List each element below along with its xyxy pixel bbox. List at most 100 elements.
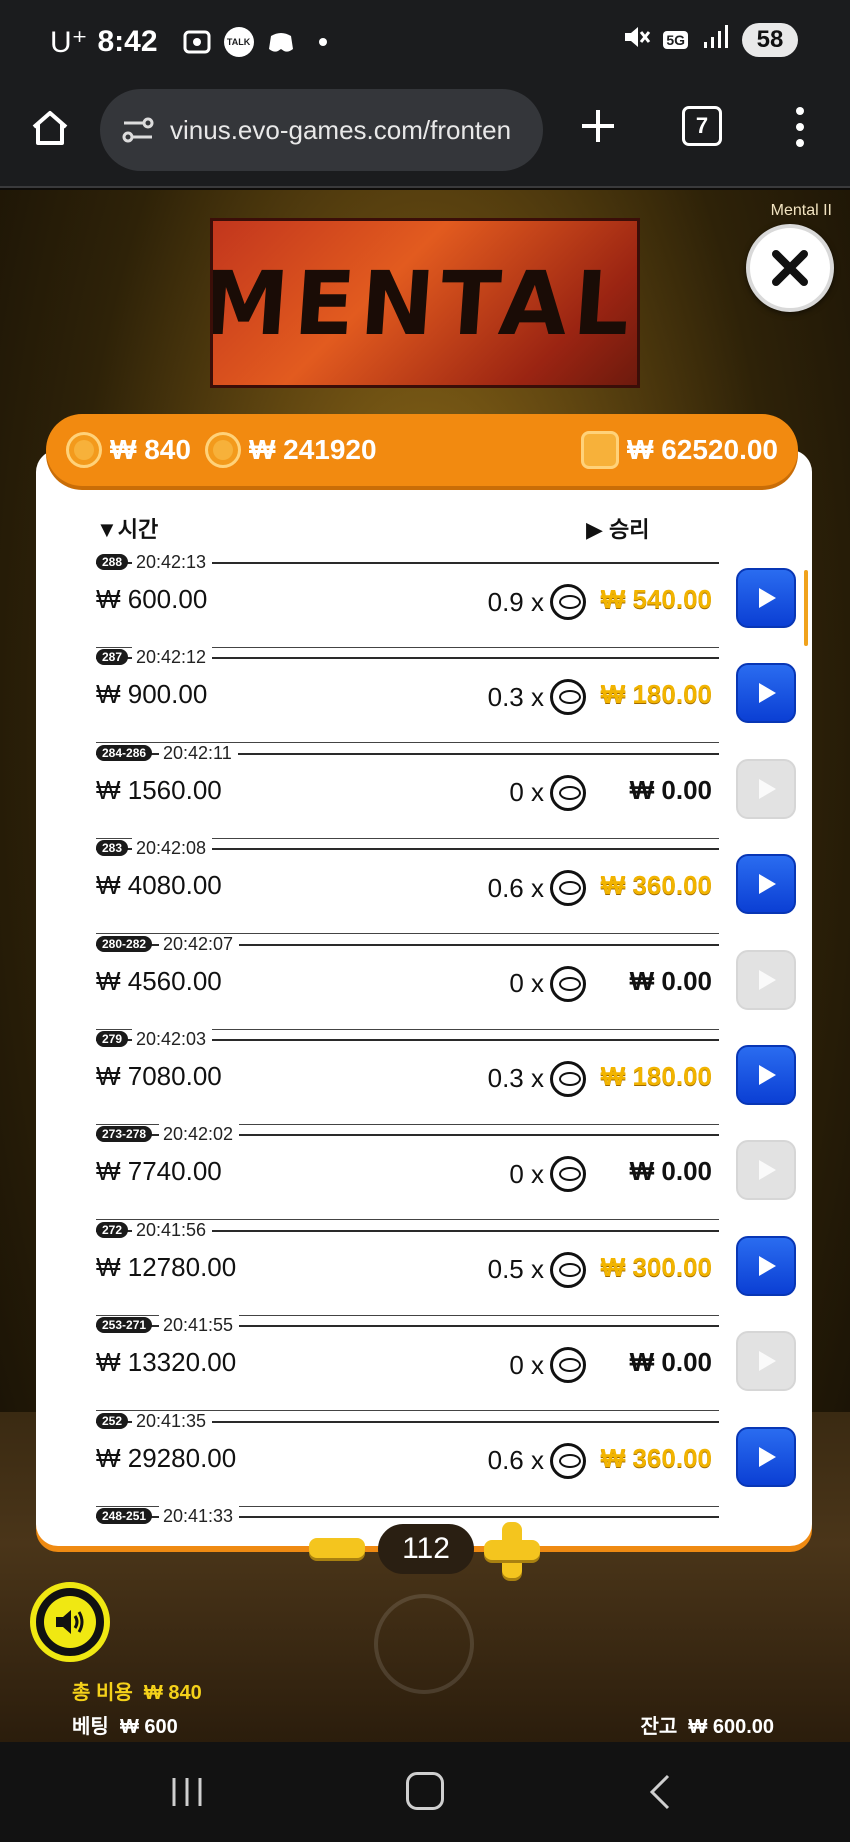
- back-icon[interactable]: [644, 1772, 674, 1812]
- history-row: 252 20:41:35 ₩ 29280.00 0.6 x ₩ 360.00: [96, 1410, 796, 1508]
- bet-amount: ₩ 4080.00: [96, 870, 222, 901]
- signal-icon: [700, 22, 730, 57]
- browser-toolbar: vinus.evo-games.com/fronten 7: [0, 84, 850, 188]
- multiplier-value: 0.3 x: [487, 1063, 544, 1094]
- bet-label: 베팅: [72, 1716, 109, 1738]
- dot-icon: [308, 27, 338, 57]
- round-time: 20:41:33: [159, 1505, 240, 1527]
- round-time: 20:41:35: [132, 1410, 213, 1432]
- history-list[interactable]: 288 20:42:13 ₩ 600.00 0.9 x ₩ 540.00 287 20:42…: [96, 552, 796, 1546]
- win-amount: ₩ 0.00: [629, 1156, 712, 1187]
- sound-button[interactable]: [30, 1582, 110, 1662]
- play-icon: [759, 969, 776, 990]
- spin-button[interactable]: [374, 1594, 474, 1694]
- win-amount: ₩ 0.00: [629, 1347, 712, 1378]
- replay-button[interactable]: [736, 1044, 796, 1105]
- replay-button[interactable]: [736, 1235, 796, 1296]
- history-row: 283 20:42:08 ₩ 4080.00 0.6 x ₩ 360.00: [96, 838, 796, 935]
- history-header: ▼시간 ▶ 승리: [96, 512, 716, 552]
- replay-button: [736, 1331, 796, 1392]
- round-time: 20:42:02: [159, 1124, 240, 1146]
- tab-switcher-button[interactable]: 7: [682, 106, 722, 146]
- wallet-group: ₩ 62520.00: [581, 431, 778, 469]
- decrease-button[interactable]: [309, 1538, 365, 1558]
- game-area: Mental II MENTAL ₩ 840 ₩ 241920 ₩ 62520.…: [0, 190, 850, 1742]
- address-bar[interactable]: vinus.evo-games.com/fronten: [100, 89, 543, 171]
- bet-stepper: 112: [304, 1520, 544, 1578]
- coin-outline-icon: [550, 1442, 586, 1479]
- round-id-badge: 288: [96, 554, 129, 570]
- coin-outline-icon: [550, 584, 586, 620]
- more-menu-icon[interactable]: [790, 102, 810, 152]
- site-settings-icon[interactable]: [120, 112, 156, 148]
- talk-icon: TALK: [223, 27, 254, 57]
- history-row: 279 20:42:03 ₩ 7080.00 0.3 x ₩ 180.00: [96, 1028, 796, 1126]
- home-nav-icon[interactable]: [406, 1772, 444, 1810]
- win-amount: ₩ 180.00: [600, 1060, 712, 1091]
- multiplier: 0.3 x: [488, 679, 586, 716]
- recent-apps-icon[interactable]: [168, 1774, 206, 1810]
- speaker-icon: [44, 1596, 96, 1648]
- history-row: 288 20:42:13 ₩ 600.00 0.9 x ₩ 540.00: [96, 552, 796, 649]
- replay-button[interactable]: [736, 1426, 796, 1487]
- win-amount: ₩ 300.00: [600, 1251, 712, 1282]
- system-nav-bar: [0, 1742, 850, 1842]
- balance-amount: 잔고 ₩ 600.00: [640, 1710, 774, 1739]
- win-amount: ₩ 360.00: [600, 1442, 712, 1473]
- win-amount: ₩ 180.00: [600, 679, 712, 710]
- multiplier: 0.5 x: [487, 1251, 586, 1288]
- bet-amount: ₩ 12780.00: [96, 1251, 237, 1282]
- bet-amount: ₩ 4560.00: [96, 965, 222, 996]
- history-row: 273-278 20:42:02 ₩ 7740.00 0 x ₩ 0.00: [96, 1124, 796, 1221]
- round-id-badge: 279: [96, 1030, 129, 1047]
- replay-button: [736, 758, 796, 819]
- coin-outline-icon: [550, 965, 586, 1002]
- history-row: 284-286 20:42:11 ₩ 1560.00 0 x ₩ 0.00: [96, 742, 796, 840]
- multiplier: 0.6 x: [487, 1442, 586, 1479]
- bet-amount: ₩ 29280.00: [96, 1442, 237, 1473]
- bet-amount: ₩ 7080.00: [96, 1060, 222, 1091]
- replay-button[interactable]: [736, 854, 796, 915]
- multiplier-value: 0 x: [509, 1158, 544, 1189]
- history-row: 280-282 20:42:07 ₩ 4560.00 0 x ₩ 0.00: [96, 933, 796, 1031]
- multiplier-value: 0.5 x: [487, 1254, 544, 1285]
- replay-button: [736, 1140, 796, 1201]
- multiplier: 0 x: [509, 1156, 586, 1193]
- new-tab-icon[interactable]: [578, 106, 618, 146]
- coin-outline-icon: [550, 1060, 586, 1097]
- round-time: 20:41:55: [159, 1315, 240, 1337]
- replay-button[interactable]: [736, 568, 796, 628]
- bet-amount: ₩ 13320.00: [96, 1347, 237, 1378]
- scrollbar[interactable]: [804, 570, 808, 646]
- total-cost-value: ₩ 840: [143, 1682, 202, 1704]
- round-id-badge: 253-271: [96, 1317, 153, 1334]
- bet-amount: ₩ 900.00: [96, 679, 208, 710]
- increase-button-bar[interactable]: [484, 1540, 540, 1560]
- coin-outline-icon: [550, 1347, 586, 1384]
- round-time: 20:42:13: [132, 552, 213, 573]
- multiplier-value: 0.6 x: [487, 872, 544, 903]
- close-button[interactable]: [746, 224, 834, 312]
- bet-value: ₩ 600: [119, 1716, 178, 1738]
- coin-outline-icon: [550, 870, 586, 907]
- history-panel: ▼시간 ▶ 승리 288 20:42:13 ₩ 600.00 0.9 x ₩ 540.0…: [36, 450, 812, 1546]
- url-text[interactable]: vinus.evo-games.com/fronten: [170, 115, 540, 146]
- close-icon: [772, 250, 808, 286]
- multiplier-value: 0.6 x: [487, 1445, 544, 1476]
- history-row: 287 20:42:12 ₩ 900.00 0.3 x ₩ 180.00: [96, 647, 796, 744]
- home-icon[interactable]: [28, 106, 72, 150]
- sort-by-win[interactable]: ▶ 승리: [586, 512, 650, 544]
- balance-bar: ₩ 840 ₩ 241920 ₩ 62520.00: [46, 414, 798, 486]
- coin-outline-icon: [550, 679, 586, 716]
- bet-amount: 베팅 ₩ 600: [72, 1710, 178, 1739]
- round-id-badge: 284-286: [96, 744, 153, 761]
- coin-total: ₩ 241920: [248, 434, 377, 465]
- multiplier: 0.3 x: [487, 1060, 586, 1097]
- play-icon: [759, 1351, 776, 1372]
- sort-by-time[interactable]: ▼시간: [96, 512, 158, 544]
- logo-text: MENTAL: [210, 251, 639, 355]
- replay-button[interactable]: [736, 663, 796, 724]
- status-right: 5G 58: [621, 22, 798, 57]
- round-time: 20:42:11: [159, 742, 238, 764]
- play-icon: [759, 1160, 776, 1181]
